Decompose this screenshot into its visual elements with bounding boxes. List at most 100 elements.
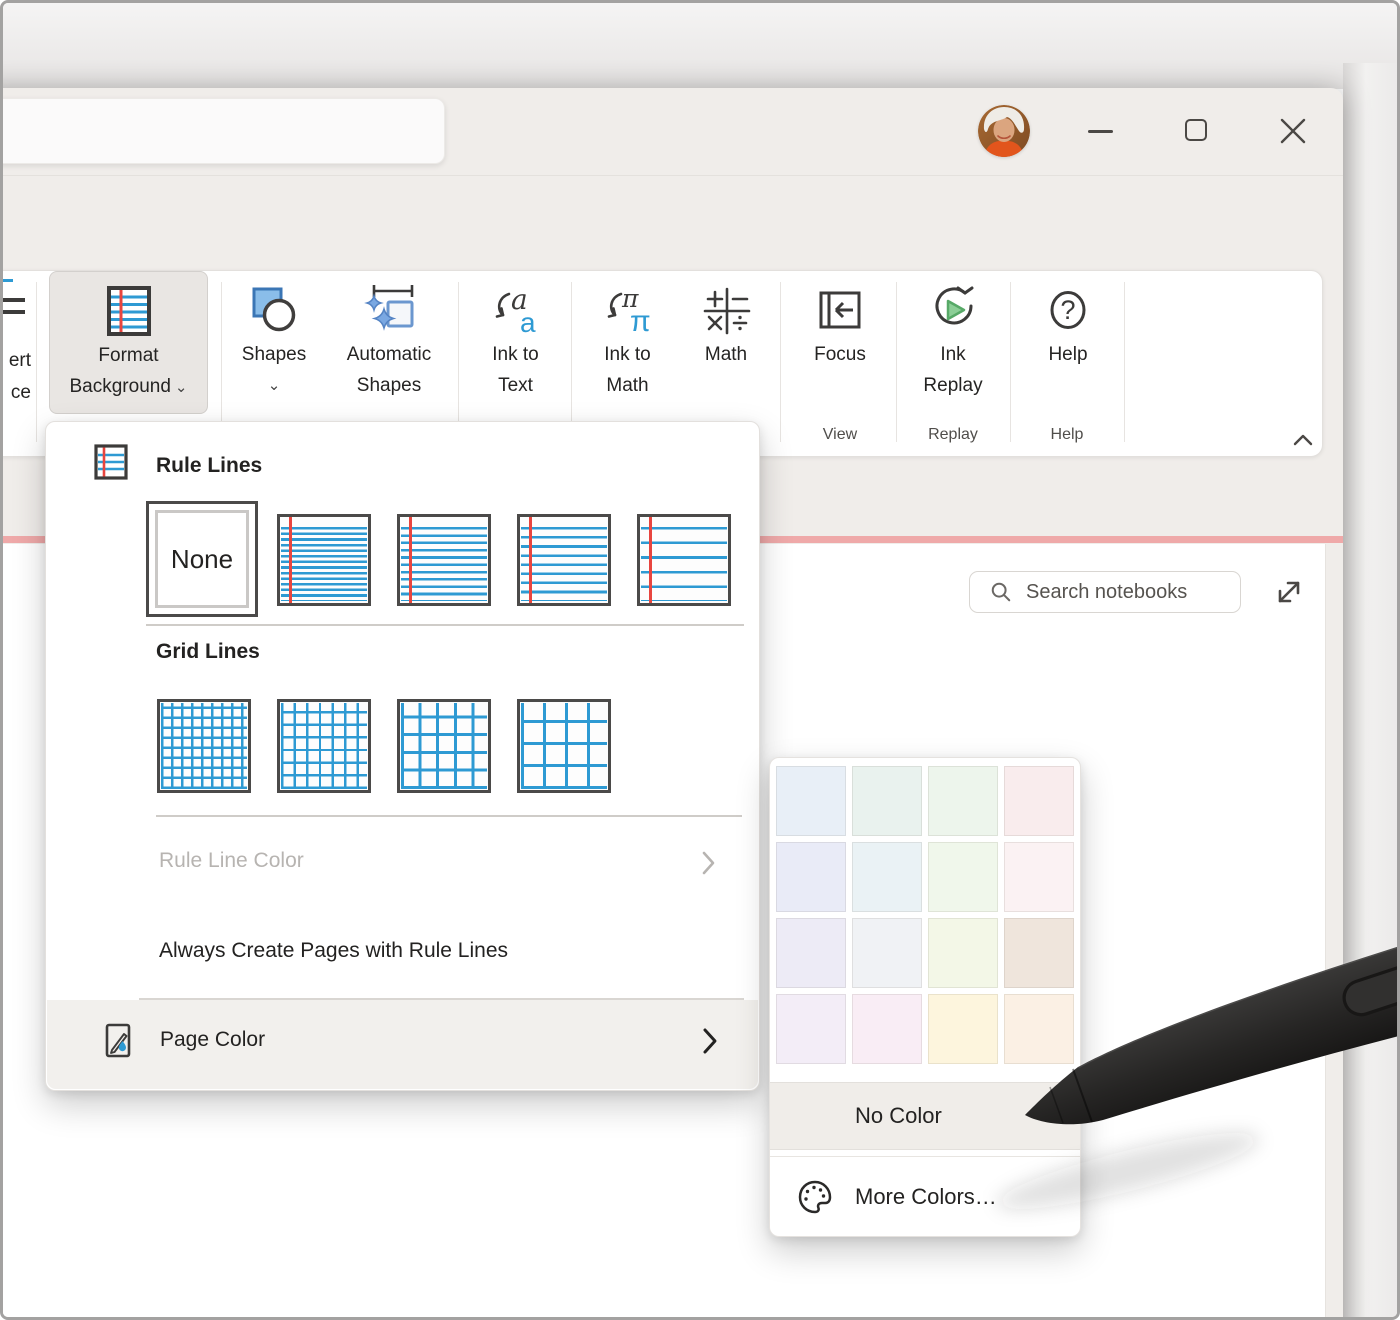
color-swatch[interactable] — [928, 994, 998, 1064]
math-button[interactable]: Math — [685, 271, 767, 414]
page-color-chevron-icon — [702, 1026, 719, 1056]
color-swatch[interactable] — [852, 842, 922, 912]
menu-separator — [156, 815, 742, 817]
ink-replay-button[interactable]: Ink Replay — [903, 271, 1003, 414]
rule-line-option-none[interactable]: None — [146, 501, 258, 617]
rule-lines-preview — [521, 527, 607, 601]
ribbon-separator — [571, 282, 572, 442]
page-color-submenu: No Color More Colors… — [769, 757, 1081, 1237]
rule-lines-preview — [401, 527, 487, 601]
grid-preview — [521, 703, 607, 789]
search-input[interactable] — [1024, 580, 1238, 605]
more-colors-label: More Colors… — [855, 1184, 997, 1210]
menu-separator — [146, 624, 744, 626]
rule-lines-heading: Rule Lines — [156, 454, 262, 478]
desktop-background-top — [3, 3, 1397, 89]
color-swatch[interactable] — [1004, 918, 1074, 988]
always-create-rule-lines-item[interactable]: Always Create Pages with Rule Lines — [159, 939, 508, 963]
no-color-label: No Color — [855, 1103, 942, 1129]
ribbon-separator — [896, 282, 897, 442]
shapes-label: Shapes — [242, 339, 306, 370]
avatar[interactable] — [978, 105, 1030, 157]
rule-line-option[interactable] — [397, 514, 491, 606]
insert-space-button-clipped[interactable]: ert — [3, 350, 31, 372]
color-swatch[interactable] — [928, 918, 998, 988]
expand-page-button[interactable] — [1273, 576, 1305, 608]
color-swatch[interactable] — [776, 842, 846, 912]
titlebar-divider — [3, 175, 1343, 176]
group-label-help: Help — [1007, 426, 1127, 444]
svg-text:?: ? — [1060, 295, 1075, 325]
color-swatch[interactable] — [928, 766, 998, 836]
minimize-button[interactable] — [1088, 130, 1113, 133]
ink-to-math-label-2: Math — [606, 370, 648, 401]
page-color-item[interactable]: Page Color — [47, 1000, 758, 1089]
help-button[interactable]: ? Help — [1021, 271, 1115, 414]
ink-to-text-label-2: Text — [498, 370, 533, 401]
margin-line-preview — [529, 517, 532, 603]
grid-line-option[interactable] — [397, 699, 491, 793]
grid-line-option[interactable] — [517, 699, 611, 793]
margin-line-preview — [649, 517, 652, 603]
ribbon-separator — [36, 282, 37, 442]
collapse-ribbon-button[interactable] — [1292, 433, 1314, 447]
grid-preview — [161, 703, 247, 789]
ribbon-separator — [780, 282, 781, 442]
svg-text:a: a — [520, 307, 536, 338]
automatic-shapes-label-1: Automatic — [347, 339, 431, 370]
color-swatch[interactable] — [1004, 842, 1074, 912]
format-background-label-1: Format — [98, 340, 158, 371]
grid-line-option[interactable] — [157, 699, 251, 793]
stage: ert ce Format Background⌄ — [3, 3, 1397, 1317]
help-label: Help — [1048, 339, 1087, 370]
focus-icon — [812, 281, 868, 339]
math-label: Math — [705, 339, 747, 370]
color-swatch[interactable] — [852, 994, 922, 1064]
color-swatch[interactable] — [776, 918, 846, 988]
color-swatch[interactable] — [928, 842, 998, 912]
ink-to-math-icon: π π — [600, 281, 656, 339]
color-swatch[interactable] — [1004, 994, 1074, 1064]
shapes-button[interactable]: Shapes ⌄ — [224, 271, 324, 414]
color-swatch[interactable] — [852, 766, 922, 836]
search-notebooks-box[interactable] — [969, 571, 1241, 613]
ink-to-math-button[interactable]: π π Ink to Math — [581, 271, 674, 414]
more-colors-item[interactable]: More Colors… — [770, 1158, 1080, 1236]
color-swatch[interactable] — [1004, 766, 1074, 836]
rule-line-option[interactable] — [637, 514, 731, 606]
margin-line-preview — [409, 517, 412, 603]
color-swatch[interactable] — [852, 918, 922, 988]
focus-label: Focus — [814, 339, 866, 370]
focus-button[interactable]: Focus — [793, 271, 887, 414]
palette-icon — [796, 1178, 834, 1216]
rule-lines-preview — [641, 527, 727, 601]
ink-to-text-button[interactable]: a a Ink to Text — [468, 271, 563, 414]
maximize-button[interactable] — [1185, 119, 1207, 141]
group-label-replay: Replay — [893, 426, 1013, 444]
ink-to-math-label-1: Ink to — [604, 339, 650, 370]
ink-to-text-icon: a a — [488, 281, 544, 339]
color-swatch[interactable] — [776, 994, 846, 1064]
close-button[interactable] — [1280, 118, 1306, 144]
rule-line-option[interactable] — [517, 514, 611, 606]
group-label-view: View — [780, 426, 900, 444]
title-search-box[interactable] — [3, 98, 445, 164]
clipped-icon-fragment — [3, 279, 13, 282]
expand-diagonal-icon — [1273, 576, 1305, 608]
grid-preview — [281, 703, 367, 789]
no-color-item[interactable]: No Color — [770, 1082, 1080, 1150]
automatic-shapes-button[interactable]: Automatic Shapes — [328, 271, 450, 414]
page-color-label: Page Color — [160, 1028, 265, 1052]
clipped-icon-line1 — [3, 298, 25, 302]
grid-line-option[interactable] — [277, 699, 371, 793]
rule-lines-preview — [281, 527, 367, 601]
shapes-dropdown-chevron-icon: ⌄ — [268, 370, 281, 401]
color-swatch[interactable] — [776, 766, 846, 836]
submenu-separator — [770, 1156, 1080, 1157]
ribbon-separator — [1010, 282, 1011, 442]
format-background-button[interactable]: Format Background⌄ — [49, 271, 208, 414]
rule-line-option[interactable] — [277, 514, 371, 606]
format-background-icon — [101, 282, 157, 340]
automatic-shapes-label-2: Shapes — [357, 370, 421, 401]
shapes-icon — [246, 281, 302, 339]
